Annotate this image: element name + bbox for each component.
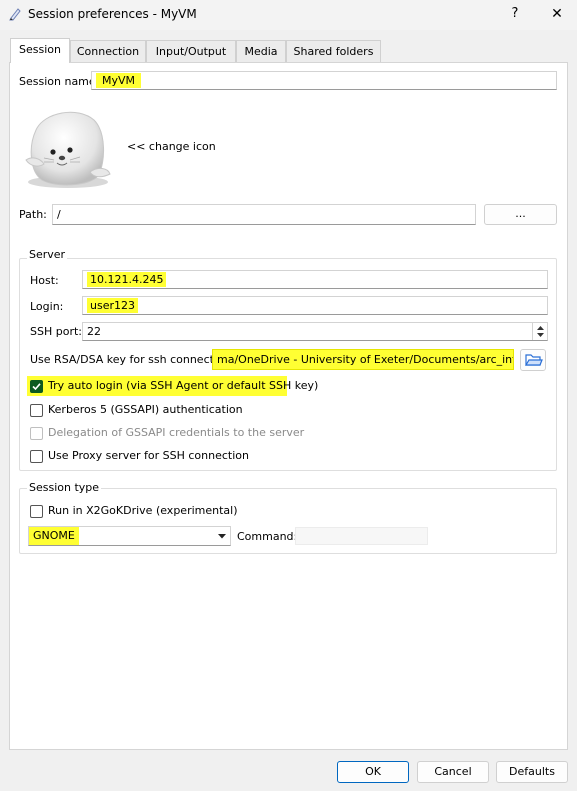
login-value: user123 xyxy=(87,298,138,313)
host-value: 10.121.4.245 xyxy=(87,272,167,287)
ssh-key-input[interactable]: ma/OneDrive - University of Exeter/Docum… xyxy=(212,349,514,370)
kerberos-label[interactable]: Kerberos 5 (GSSAPI) authentication xyxy=(48,403,243,417)
close-button[interactable]: ✕ xyxy=(547,4,567,24)
spinner-arrows-icon xyxy=(537,326,544,337)
session-type-group-title: Session type xyxy=(27,481,102,495)
ssh-port-input[interactable]: 22 xyxy=(82,322,548,341)
proxy-checkbox[interactable] xyxy=(30,450,43,463)
ssh-key-browse-button[interactable] xyxy=(520,349,546,371)
login-label: Login: xyxy=(30,300,64,313)
tab-session[interactable]: Session xyxy=(10,38,70,63)
session-name-input[interactable]: MyVM xyxy=(91,71,557,90)
session-type-select[interactable]: GNOME xyxy=(28,526,231,546)
help-button[interactable]: ? xyxy=(505,4,525,24)
session-seal-icon[interactable] xyxy=(20,102,115,190)
tab-connection[interactable]: Connection xyxy=(70,40,146,62)
ssh-key-label: Use RSA/DSA key for ssh connection: xyxy=(30,353,235,366)
checkmark-icon xyxy=(32,383,41,391)
command-label: Command: xyxy=(237,530,298,543)
command-input xyxy=(295,527,428,545)
auto-login-checkbox[interactable] xyxy=(30,380,43,393)
tab-input-output[interactable]: Input/Output xyxy=(146,40,236,62)
ssh-port-label: SSH port: xyxy=(30,325,82,338)
change-icon-label[interactable]: << change icon xyxy=(127,140,216,154)
path-input[interactable]: / xyxy=(52,204,476,225)
ok-button[interactable]: OK xyxy=(337,761,409,783)
path-label: Path: xyxy=(19,208,47,221)
delegation-label: Delegation of GSSAPI credentials to the … xyxy=(48,426,305,439)
x2gokdrive-label[interactable]: Run in X2GoKDrive (experimental) xyxy=(48,504,238,518)
host-label: Host: xyxy=(30,274,59,287)
path-browse-button[interactable]: ... xyxy=(484,204,557,225)
proxy-label[interactable]: Use Proxy server for SSH connection xyxy=(48,449,249,463)
session-name-value: MyVM xyxy=(96,73,142,88)
tab-shared-folders[interactable]: Shared folders xyxy=(286,40,381,62)
chevron-down-icon[interactable] xyxy=(217,531,227,541)
app-pencil-icon xyxy=(8,7,22,21)
server-group-title: Server xyxy=(27,248,68,262)
session-type-value: GNOME xyxy=(29,527,79,545)
login-input[interactable]: user123 xyxy=(82,296,548,315)
host-input[interactable]: 10.121.4.245 xyxy=(82,270,548,289)
delegation-checkbox xyxy=(30,427,43,440)
folder-open-icon xyxy=(524,354,543,366)
cancel-button[interactable]: Cancel xyxy=(417,761,489,783)
ssh-port-spinner[interactable] xyxy=(532,323,547,340)
x2gokdrive-checkbox[interactable] xyxy=(30,505,43,518)
window-title: Session preferences - MyVM xyxy=(28,7,197,21)
defaults-button[interactable]: Defaults xyxy=(496,761,568,783)
tab-media[interactable]: Media xyxy=(236,40,286,62)
session-name-label: Session name: xyxy=(19,75,100,88)
kerberos-checkbox[interactable] xyxy=(30,404,43,417)
auto-login-label[interactable]: Try auto login (via SSH Agent or default… xyxy=(48,379,318,393)
